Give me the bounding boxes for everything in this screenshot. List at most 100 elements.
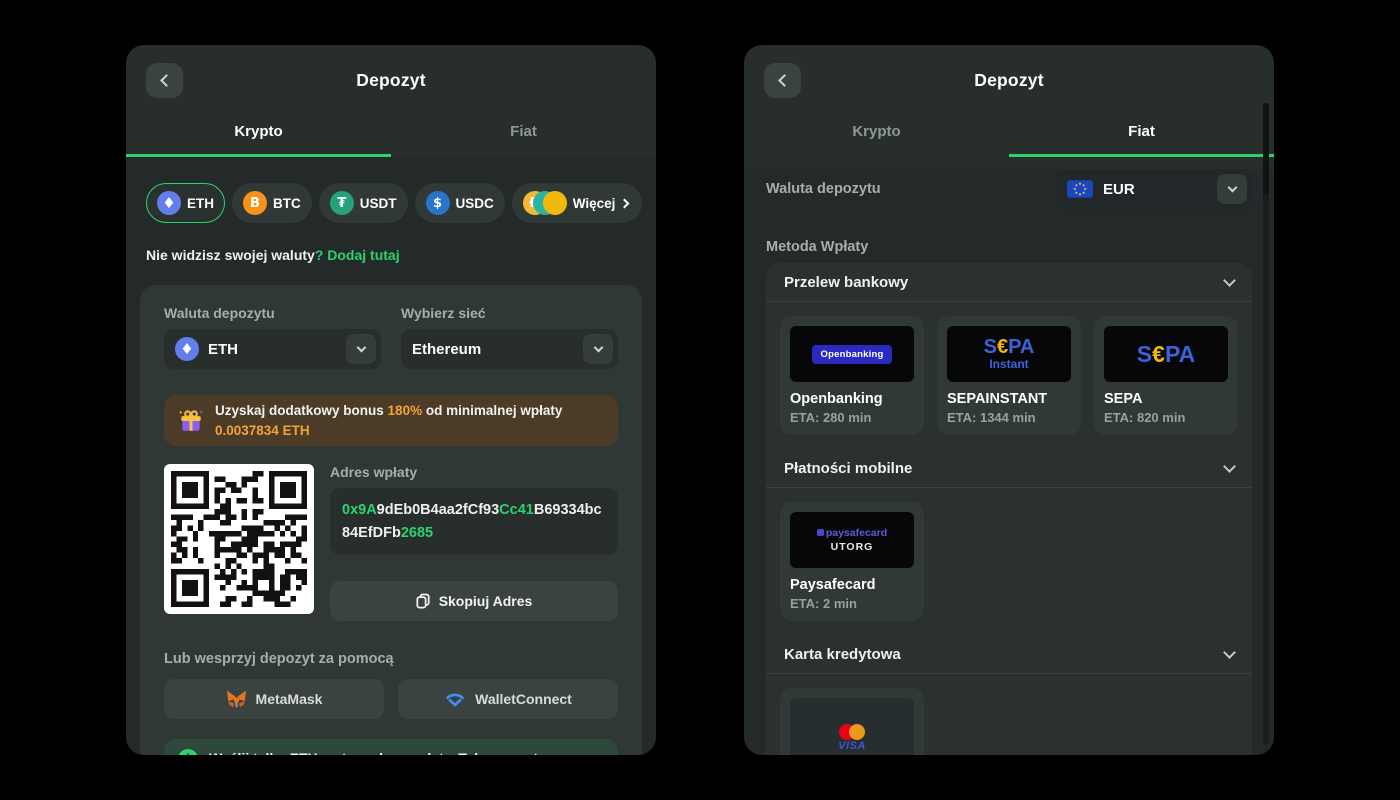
crypto-tab-content: ♦ ETH B BTC ₮ USDT $ USDC Đ Wi	[126, 157, 656, 755]
sepa-instant-logo: S€PA Instant	[947, 326, 1071, 382]
currency-pill-more[interactable]: Đ Więcej	[512, 183, 643, 223]
gift-icon	[178, 408, 204, 434]
method-eta: ETA: 820 min	[1104, 410, 1228, 425]
selected-fiat-currency: EUR	[1103, 181, 1135, 198]
eth-icon: ♦	[175, 337, 199, 361]
dropdown-toggle[interactable]	[346, 334, 376, 364]
visa-mastercard-logo: VISA	[790, 698, 914, 755]
currency-pill-eth[interactable]: ♦ ETH	[146, 183, 225, 223]
back-button[interactable]	[146, 63, 183, 98]
sepa-logo: S€PA	[1104, 326, 1228, 382]
currency-pills: ♦ ETH B BTC ₮ USDT $ USDC Đ Wi	[126, 157, 656, 223]
modal-header: Depozyt	[744, 45, 1274, 115]
deposit-qr-code	[164, 464, 314, 614]
dropdown-toggle[interactable]	[583, 334, 613, 364]
fiat-tab-content: Waluta depozytu EUR	[744, 169, 1274, 755]
missing-currency-row: Nie widzisz swojej waluty? Dodaj tutaj	[126, 223, 656, 263]
dropdown-toggle[interactable]	[1217, 174, 1247, 204]
paysafecard-mark	[817, 529, 824, 536]
address-label: Adres wpłaty	[330, 464, 618, 480]
method-eta: ETA: 280 min	[790, 410, 914, 425]
selected-currency: ETH	[208, 341, 238, 358]
tab-fiat[interactable]: Fiat	[1009, 115, 1274, 157]
metamask-fox-icon	[226, 690, 247, 709]
openbanking-logo: Openbanking	[790, 326, 914, 382]
method-card-sepa[interactable]: S€PA SEPA ETA: 820 min	[1094, 316, 1238, 435]
copy-icon	[416, 593, 430, 609]
deposit-currency-select[interactable]: ♦ ETH	[164, 329, 381, 369]
deposit-currency-label: Waluta depozytu	[766, 181, 881, 197]
info-icon: i	[178, 749, 198, 755]
add-currency-link[interactable]: ? Dodaj tutaj	[315, 247, 400, 263]
chevron-down-icon	[593, 342, 603, 352]
deposit-crypto-modal: Depozyt Krypto Fiat ♦ ETH B BTC ₮ USDT $…	[126, 45, 656, 755]
modal-header: Depozyt	[126, 45, 656, 115]
bonus-amount: 0.0037834 ETH	[215, 423, 310, 438]
deposit-fiat-modal: Depozyt Krypto Fiat Waluta depozytu	[744, 45, 1274, 755]
mobile-payment-methods: paysafecard UTORG Paysafecard ETA: 2 min	[766, 488, 1252, 635]
back-button[interactable]	[764, 63, 801, 98]
active-tab-indicator	[1009, 154, 1274, 157]
chevron-down-icon	[1223, 460, 1236, 473]
missing-currency-text: Nie widzisz swojej waluty	[146, 247, 315, 263]
coin-icon	[543, 191, 567, 215]
eu-flag-icon	[1067, 180, 1093, 198]
bank-transfer-methods: Openbanking Openbanking ETA: 280 min S€P…	[766, 302, 1252, 449]
chevron-down-icon	[1223, 274, 1236, 287]
method-card-openbanking[interactable]: Openbanking Openbanking ETA: 280 min	[780, 316, 924, 435]
metamask-button[interactable]: MetaMask	[164, 679, 384, 719]
bonus-percent: 180%	[388, 403, 423, 418]
method-eta: ETA: 1344 min	[947, 410, 1071, 425]
fiat-currency-select[interactable]: EUR	[1056, 169, 1252, 209]
pill-label: USDC	[456, 196, 494, 211]
tab-krypto[interactable]: Krypto	[126, 115, 391, 157]
tab-fiat[interactable]: Fiat	[391, 115, 656, 157]
tab-krypto[interactable]: Krypto	[744, 115, 1009, 157]
page-title: Depozyt	[974, 70, 1043, 91]
deposit-card: Waluta depozytu Wybierz sieć ♦ ETH Ether…	[140, 285, 642, 755]
copy-address-button[interactable]: Skopiuj Adres	[330, 581, 618, 621]
page-title: Depozyt	[356, 70, 425, 91]
pill-label: ETH	[187, 196, 214, 211]
section-mobile-payments[interactable]: Płatności mobilne	[766, 449, 1252, 487]
chevron-down-icon	[356, 342, 366, 352]
method-card-paysafecard[interactable]: paysafecard UTORG Paysafecard ETA: 2 min	[780, 502, 924, 621]
chevron-left-icon	[160, 74, 173, 87]
payment-methods-list: Przelew bankowy Openbanking Openbanking …	[766, 263, 1252, 755]
btc-icon: B	[243, 191, 267, 215]
usdc-icon: $	[426, 191, 450, 215]
chevron-down-icon	[1223, 646, 1236, 659]
tab-bar: Krypto Fiat	[126, 115, 656, 157]
eth-icon: ♦	[157, 191, 181, 215]
network-select[interactable]: Ethereum	[401, 329, 618, 369]
paysafecard-logo: paysafecard UTORG	[790, 512, 914, 568]
section-bank-transfer[interactable]: Przelew bankowy	[766, 263, 1252, 301]
method-card-sepainstant[interactable]: S€PA Instant SEPAINSTANT ETA: 1344 min	[937, 316, 1081, 435]
usdt-icon: ₮	[330, 191, 354, 215]
section-credit-card[interactable]: Karta kredytowa	[766, 635, 1252, 673]
network-label: Wybierz sieć	[401, 305, 618, 321]
chevron-right-icon	[620, 198, 630, 208]
currency-pill-usdc[interactable]: $ USDC	[415, 183, 505, 223]
deposit-address: 0x9A9dEb0B4aa2fCf93Cc41B69334bc84EfDFb26…	[330, 488, 618, 555]
bonus-banner: Uzyskaj dodatkowy bonus 180% od minimaln…	[164, 395, 618, 446]
pill-label: BTC	[273, 196, 301, 211]
selected-network: Ethereum	[412, 341, 481, 358]
credit-card-methods: VISA	[766, 674, 1252, 755]
walletconnect-icon	[444, 692, 466, 707]
scrollbar[interactable]	[1263, 103, 1269, 745]
tab-bar: Krypto Fiat	[744, 115, 1274, 157]
connect-wallet-label: Lub wesprzyj depozyt za pomocą	[164, 651, 618, 667]
currency-pill-btc[interactable]: B BTC	[232, 183, 312, 223]
bonus-text: Uzyskaj dodatkowy bonus 180% od minimaln…	[215, 401, 604, 440]
payment-method-label: Metoda Wpłaty	[766, 239, 1252, 255]
chevron-left-icon	[778, 74, 791, 87]
coin-stack-icon: Đ	[523, 191, 567, 215]
eth-only-warning: i Wyślij tylko ETH na ten adres wpłaty. …	[164, 739, 618, 755]
method-eta: ETA: 2 min	[790, 596, 914, 611]
mastercard-icon	[839, 724, 865, 740]
scrollbar-thumb[interactable]	[1263, 103, 1269, 195]
method-card-visa-mastercard[interactable]: VISA	[780, 688, 924, 755]
currency-pill-usdt[interactable]: ₮ USDT	[319, 183, 408, 223]
walletconnect-button[interactable]: WalletConnect	[398, 679, 618, 719]
